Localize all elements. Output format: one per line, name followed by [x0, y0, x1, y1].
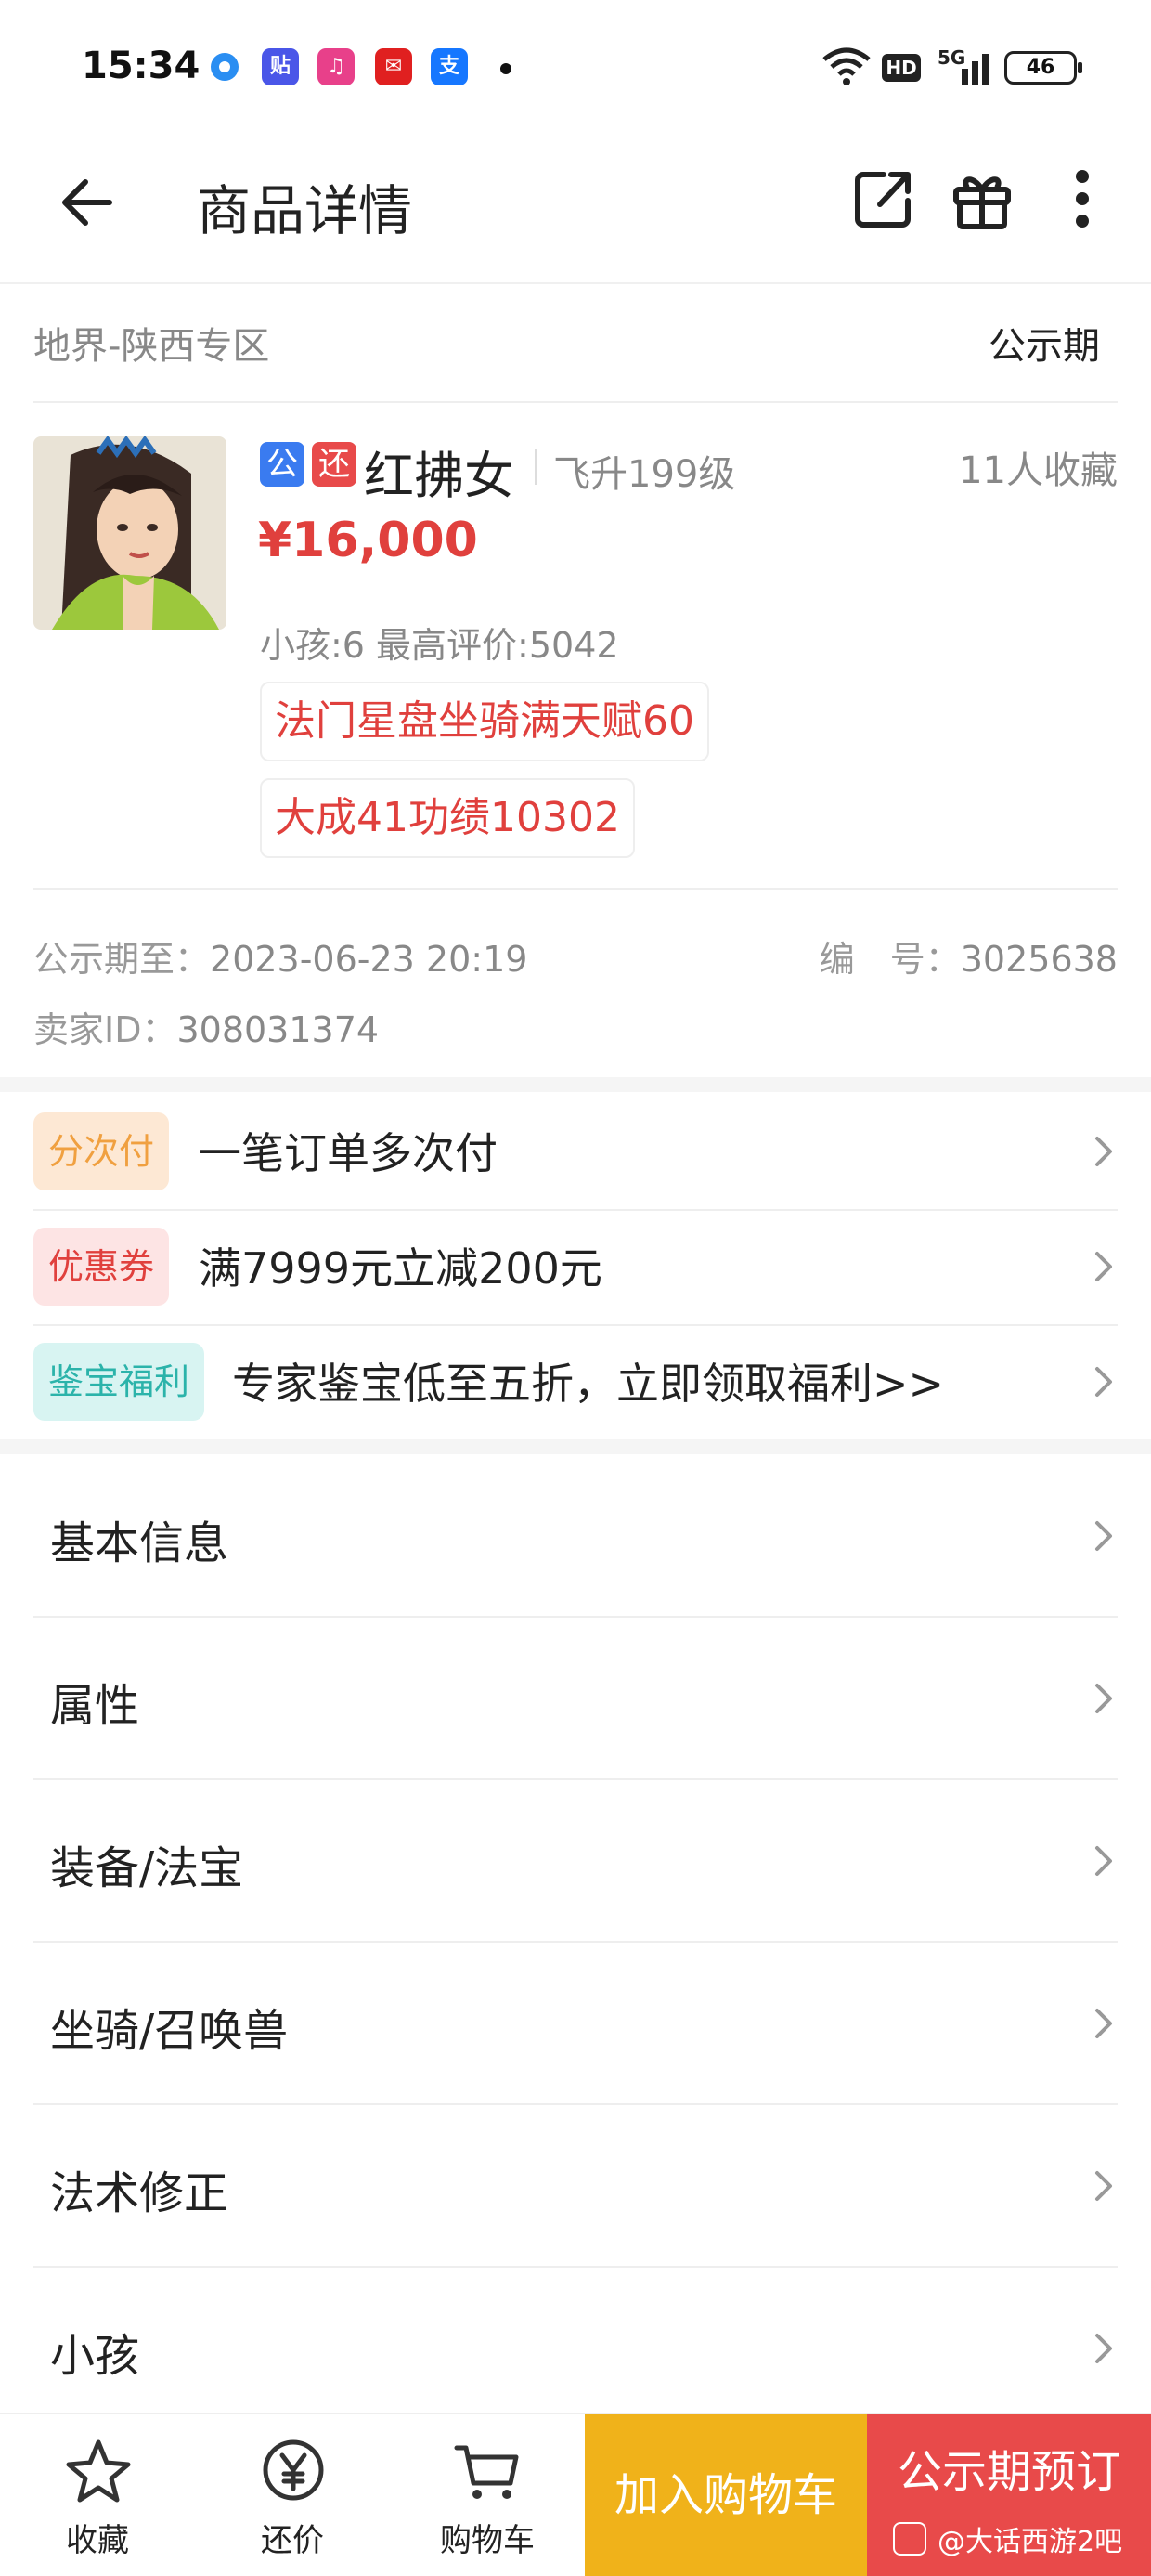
- menu-basic-info[interactable]: 基本信息: [0, 1454, 1151, 1617]
- menu-attributes[interactable]: 属性: [0, 1617, 1151, 1779]
- mail-app-icon: ✉: [375, 48, 412, 85]
- hd-icon: HD: [882, 54, 921, 82]
- product-summary: 小孩:6 最高评价:5042: [260, 625, 619, 666]
- highlight-tag: 大成41功绩10302: [260, 778, 635, 858]
- public-until-value: 2023-06-23 20:19: [210, 939, 528, 980]
- installment-badge: 分次付: [33, 1112, 170, 1190]
- divider: [33, 888, 1118, 890]
- chevron-right-icon: [1095, 1521, 1112, 1551]
- installment-text: 一笔订单多次付: [199, 1128, 498, 1178]
- status-bar: 15:34 贴 ♫ ✉ 支 HD 5G 46: [0, 0, 1151, 139]
- favorite-count: 11人收藏: [959, 449, 1118, 492]
- more-menu-icon[interactable]: [1045, 162, 1119, 236]
- chevron-right-icon: [1095, 2334, 1112, 2363]
- cart-label: 购物车: [440, 2522, 535, 2559]
- bargain-label: 还价: [261, 2522, 324, 2559]
- yuan-icon: [263, 2439, 324, 2501]
- listing-number-label: 编 号：: [819, 939, 961, 980]
- menu-mounts-summons[interactable]: 坐骑/召唤兽: [0, 1942, 1151, 2104]
- music-app-icon: ♫: [317, 48, 355, 85]
- seller-id-label: 卖家ID：: [33, 1009, 177, 1050]
- server-zone: 地界-陕西专区: [33, 325, 270, 368]
- character-name: 红拂女: [364, 447, 514, 505]
- cart-icon: [454, 2445, 519, 2499]
- chevron-right-icon: [1095, 2009, 1112, 2038]
- favorite-button[interactable]: 收藏: [0, 2414, 195, 2576]
- listing-number: 编 号：3025638: [820, 930, 1118, 982]
- alipay-app-icon: 支: [431, 48, 468, 85]
- divider: [33, 401, 1118, 403]
- tieba-app-icon: 贴: [262, 48, 299, 85]
- highlight-tag: 法门星盘坐骑满天赋60: [260, 682, 709, 761]
- listing-number-value: 3025638: [960, 939, 1118, 980]
- tieba-logo-icon: [893, 2522, 926, 2556]
- star-icon: [66, 2439, 131, 2503]
- section-gap: [0, 1077, 1151, 1092]
- menu-label: 装备/法宝: [50, 1842, 244, 1894]
- public-until-label: 公示期至：: [33, 939, 211, 980]
- gift-icon[interactable]: [945, 162, 1019, 236]
- divider: [535, 449, 537, 485]
- menu-label: 属性: [50, 1680, 140, 1732]
- promo-appraisal[interactable]: 鉴宝福利 专家鉴宝低至五折，立即领取福利>>: [0, 1324, 1151, 1439]
- coupon-badge: 优惠券: [33, 1228, 170, 1306]
- chevron-right-icon: [1095, 1846, 1112, 1876]
- back-arrow-icon[interactable]: [54, 165, 128, 240]
- menu-equipment[interactable]: 装备/法宝: [0, 1779, 1151, 1942]
- seller-id-value: 308031374: [176, 1009, 380, 1050]
- seller-id: 卖家ID：308031374: [33, 1001, 379, 1052]
- more-notifications-dot: [500, 63, 511, 74]
- menu-label: 坐骑/召唤兽: [50, 2005, 289, 2057]
- public-badge: 公: [260, 442, 304, 487]
- section-gap: [0, 1439, 1151, 1454]
- chevron-right-icon: [1095, 1137, 1112, 1166]
- menu-label: 小孩: [50, 2330, 140, 2382]
- character-level: 飞升199级: [553, 453, 736, 496]
- chevron-right-icon: [1095, 2171, 1112, 2201]
- bargain-badge: 还: [312, 442, 356, 487]
- price: ¥16,000: [258, 513, 478, 568]
- public-until: 公示期至：2023-06-23 20:19: [33, 930, 527, 982]
- promo-coupon[interactable]: 优惠券 满7999元立减200元: [0, 1209, 1151, 1324]
- cart-button[interactable]: 购物车: [390, 2414, 585, 2576]
- chevron-right-icon: [1095, 1684, 1112, 1713]
- status-time: 15:34: [82, 45, 200, 87]
- menu-label: 法术修正: [50, 2167, 229, 2219]
- watermark: @大话西游2吧: [938, 2526, 1123, 2558]
- page-title: 商品详情: [197, 179, 413, 242]
- battery-indicator: 46: [1004, 51, 1082, 85]
- appraisal-text: 专家鉴宝低至五折，立即领取福利>>: [232, 1359, 945, 1409]
- app-header: 商品详情: [0, 139, 1151, 284]
- menu-spell-correction[interactable]: 法术修正: [0, 2104, 1151, 2267]
- add-to-cart-button[interactable]: 加入购物车: [585, 2414, 867, 2576]
- promo-installment[interactable]: 分次付 一笔订单多次付: [0, 1094, 1151, 1209]
- coupon-text: 满7999元立减200元: [199, 1243, 602, 1294]
- menu-label: 基本信息: [50, 1517, 229, 1569]
- appraisal-badge: 鉴宝福利: [33, 1343, 205, 1421]
- wifi-icon: [822, 47, 871, 85]
- share-icon[interactable]: [847, 162, 921, 236]
- chevron-right-icon: [1095, 1252, 1112, 1281]
- bargain-button[interactable]: 还价: [195, 2414, 390, 2576]
- notification-icon: [206, 48, 243, 85]
- chevron-right-icon: [1095, 1367, 1112, 1397]
- character-avatar[interactable]: [33, 436, 226, 630]
- menu-children[interactable]: 小孩: [0, 2267, 1151, 2429]
- favorite-label: 收藏: [66, 2522, 129, 2559]
- signal-icon: [962, 54, 989, 85]
- sale-status: 公示期: [989, 325, 1100, 368]
